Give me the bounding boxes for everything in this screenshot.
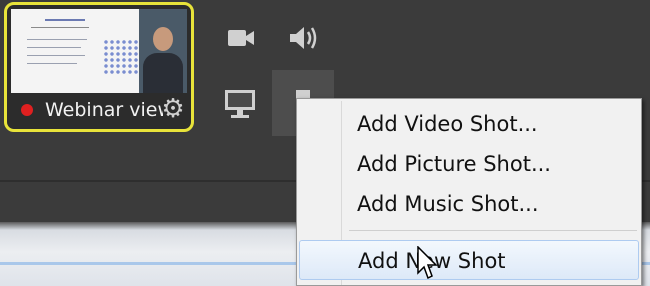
menu-item-add-video-shot[interactable]: Add Video Shot... bbox=[299, 104, 639, 144]
thumbnail-slide bbox=[11, 9, 139, 93]
shot-tile-selected[interactable]: Webinar view ⚙ bbox=[4, 2, 194, 132]
add-shot-context-menu: Add Video Shot... Add Picture Shot... Ad… bbox=[296, 98, 642, 286]
menu-separator bbox=[349, 230, 637, 231]
shot-thumbnail bbox=[11, 9, 187, 93]
thumbnail-presenter bbox=[139, 9, 187, 93]
monitor-icon bbox=[225, 90, 255, 118]
menu-item-add-music-shot[interactable]: Add Music Shot... bbox=[299, 184, 639, 224]
speaker-icon bbox=[290, 27, 317, 49]
shot-name-label: Webinar view bbox=[45, 99, 163, 121]
camera-icon bbox=[228, 30, 254, 46]
audio-button[interactable] bbox=[280, 14, 328, 62]
add-video-camera-button[interactable] bbox=[216, 14, 264, 62]
menu-item-add-picture-shot[interactable]: Add Picture Shot... bbox=[299, 144, 639, 184]
recording-dot-icon bbox=[21, 104, 33, 116]
mouse-cursor-icon bbox=[417, 246, 438, 280]
screen-capture-button[interactable] bbox=[216, 80, 264, 128]
menu-item-add-new-shot[interactable]: Add New Shot bbox=[299, 240, 639, 280]
gear-icon[interactable]: ⚙ bbox=[159, 95, 187, 123]
